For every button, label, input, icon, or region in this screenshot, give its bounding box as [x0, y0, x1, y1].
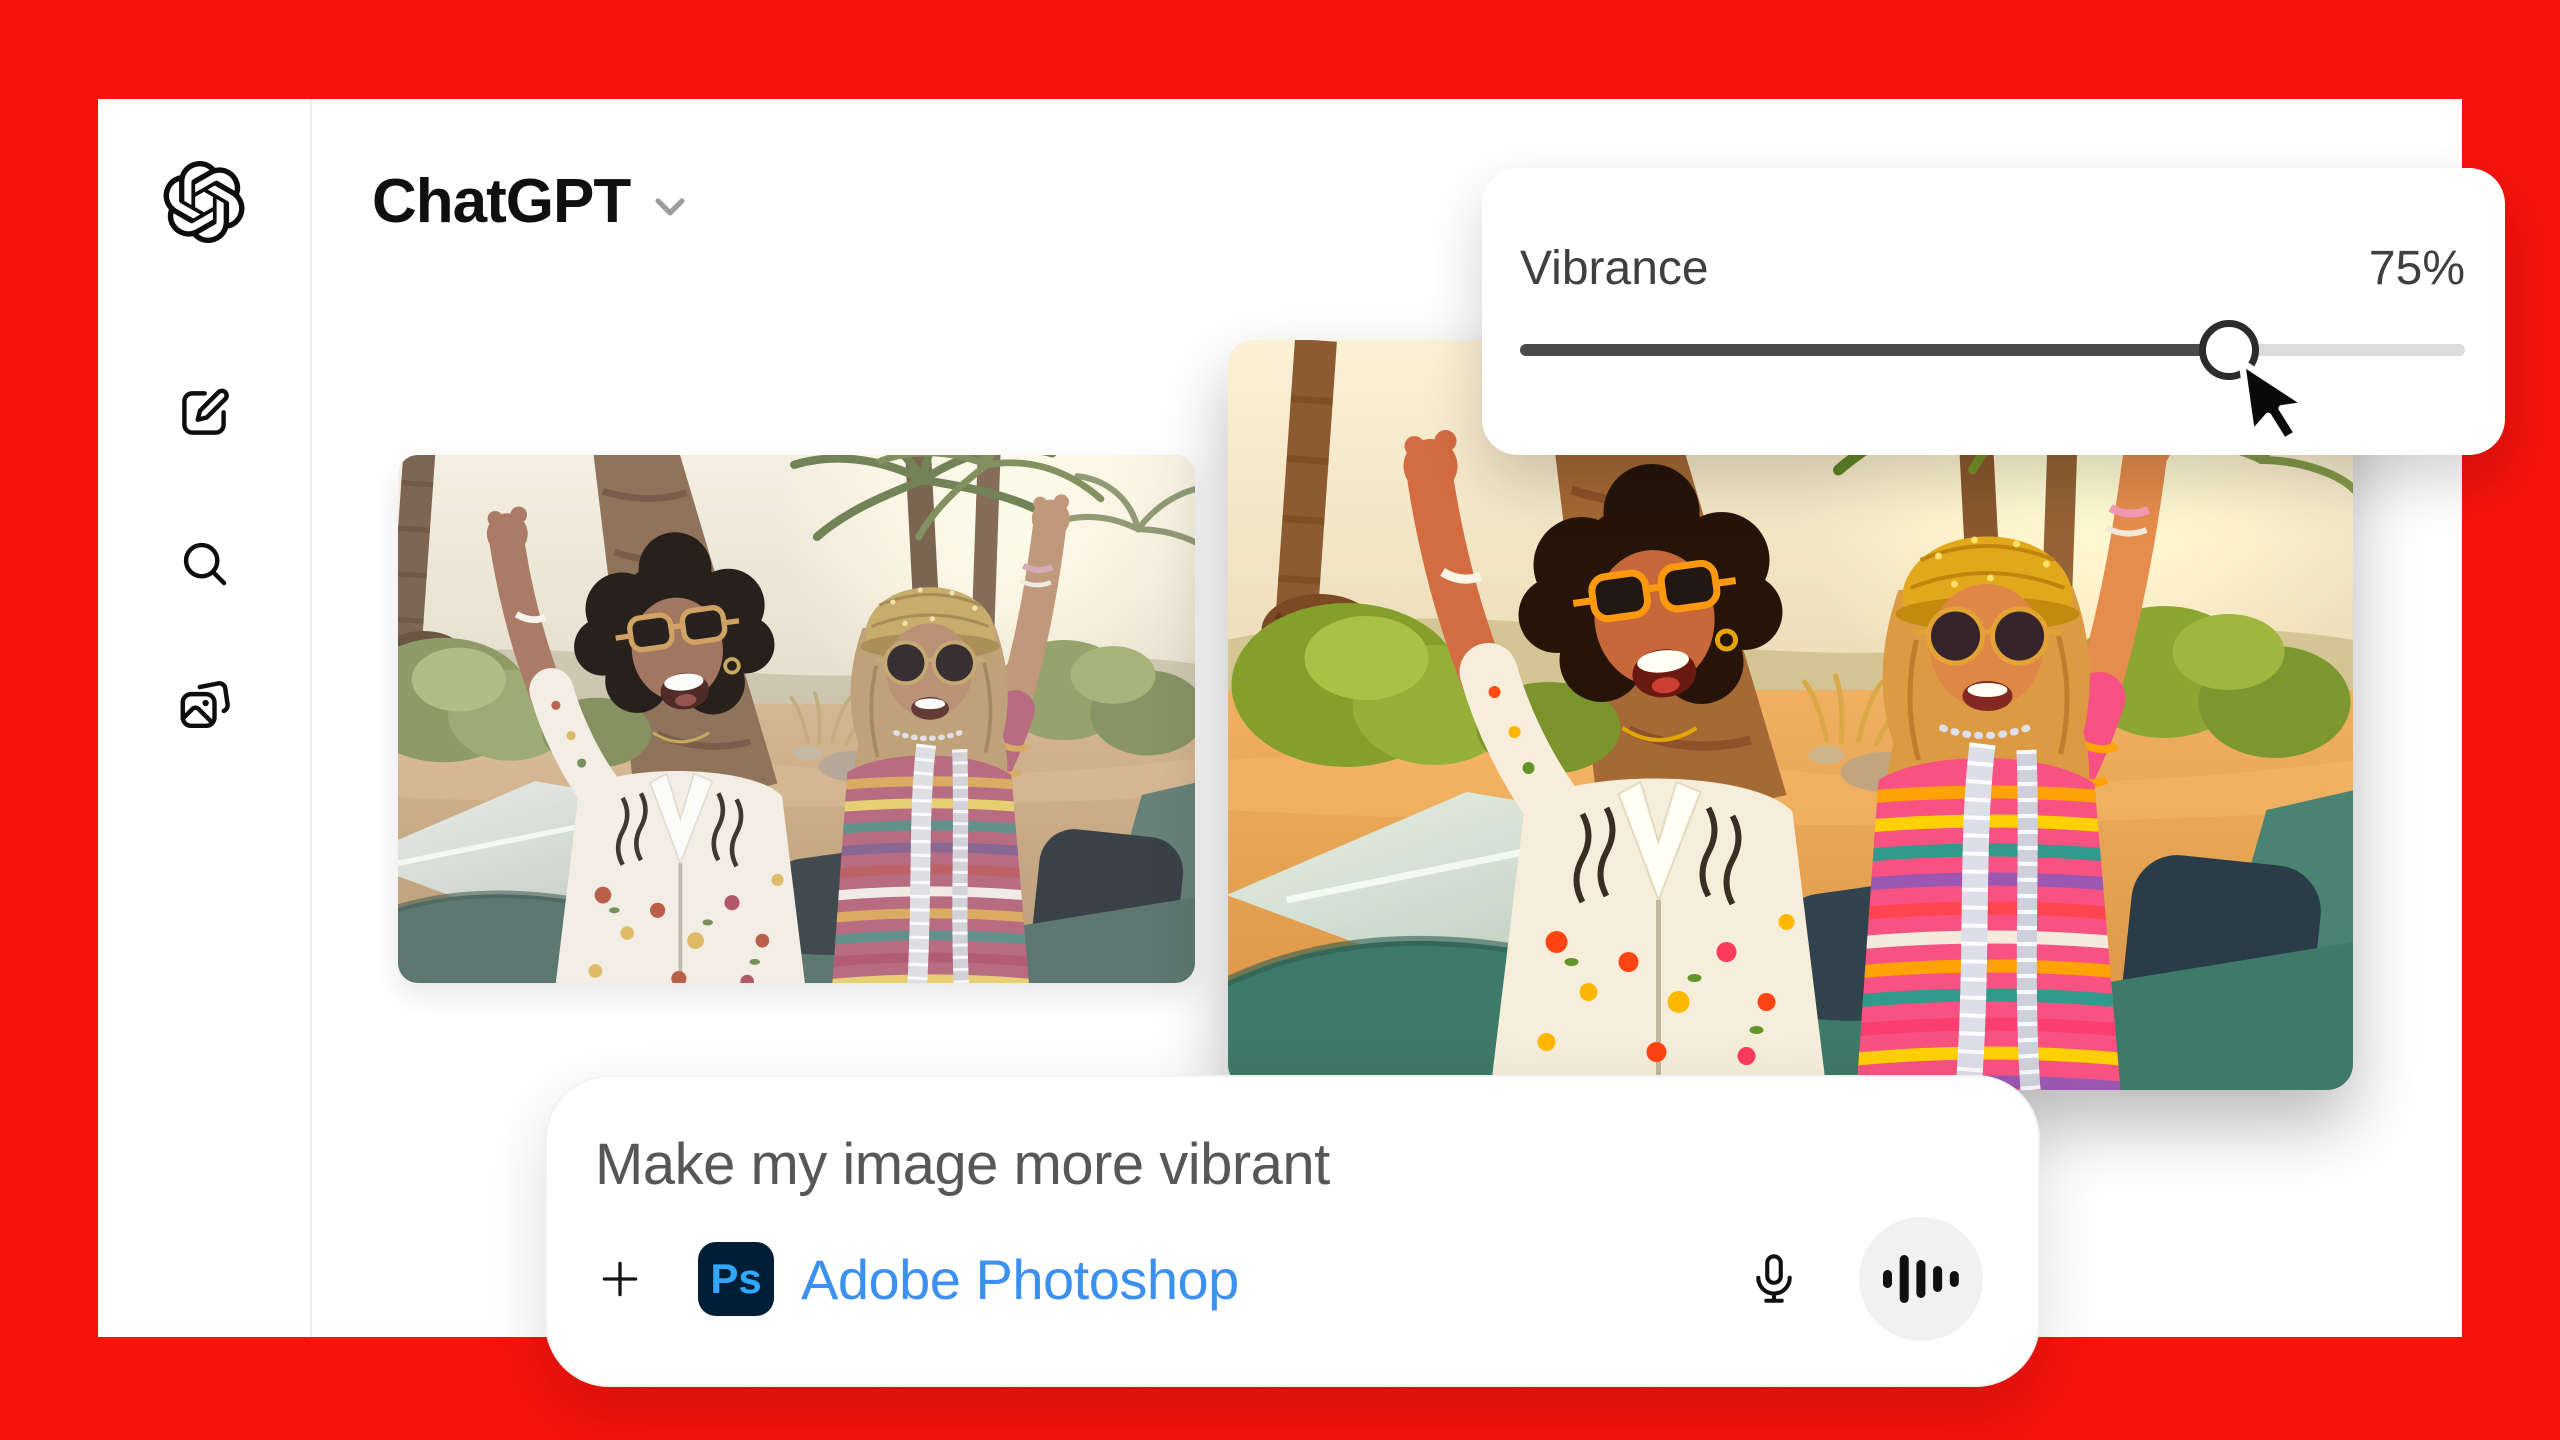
prompt-text[interactable]: Make my image more vibrant — [595, 1127, 1983, 1203]
page-title: ChatGPT — [372, 163, 630, 241]
image-before-edit — [398, 455, 1195, 983]
attach-button[interactable] — [595, 1254, 645, 1304]
photoshop-badge-text: Ps — [710, 1255, 761, 1303]
library-button[interactable] — [176, 678, 232, 734]
search-button[interactable] — [176, 535, 232, 591]
vibrance-panel: Vibrance 75% — [1482, 168, 2505, 455]
photoshop-app-icon: Ps — [698, 1242, 774, 1316]
chevron-down-icon — [644, 181, 696, 233]
photoshop-connector[interactable]: Ps Adobe Photoshop — [698, 1242, 1239, 1316]
dictate-button[interactable] — [1745, 1250, 1803, 1308]
model-picker[interactable]: ChatGPT — [372, 163, 696, 241]
vibrance-value: 75% — [2369, 240, 2465, 298]
search-icon — [176, 535, 232, 591]
vibrance-slider-fill — [1520, 344, 2229, 356]
new-chat-button[interactable] — [176, 385, 232, 441]
vibrance-label: Vibrance — [1520, 240, 1709, 298]
compose-icon — [176, 385, 232, 441]
image-library-icon — [176, 678, 232, 734]
vibrance-slider-knob[interactable] — [2199, 320, 2259, 380]
plus-icon — [595, 1254, 645, 1304]
voice-mode-button[interactable] — [1859, 1217, 1983, 1341]
voice-waveform-icon — [1883, 1249, 1959, 1309]
sidebar — [98, 99, 310, 1337]
vibrance-slider[interactable] — [1520, 344, 2465, 356]
sidebar-divider — [310, 99, 312, 1337]
photoshop-connector-label: Adobe Photoshop — [801, 1247, 1239, 1312]
microphone-icon — [1745, 1250, 1803, 1308]
openai-logo-icon — [163, 161, 245, 243]
chat-composer[interactable]: Make my image more vibrant Ps Adobe Phot… — [545, 1075, 2040, 1387]
